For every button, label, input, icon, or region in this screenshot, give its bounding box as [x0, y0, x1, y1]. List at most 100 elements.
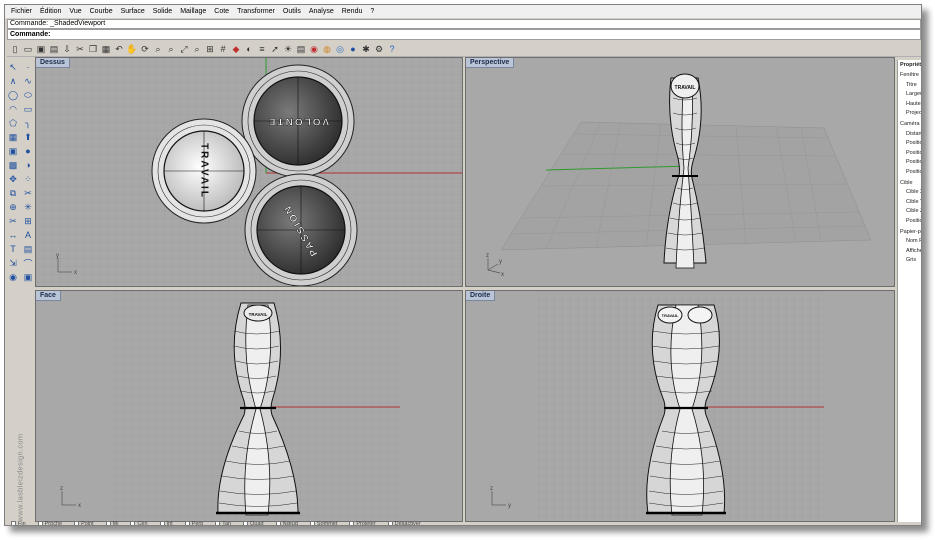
box-icon[interactable]: ▣ — [6, 144, 20, 158]
viewport-title-top[interactable]: Dessus — [36, 58, 70, 68]
osnap-toggle[interactable]: Int — [159, 521, 173, 525]
viewport-title-perspective[interactable]: Perspective — [466, 58, 515, 68]
osnap-toggle[interactable]: Projeter — [349, 521, 376, 525]
menu-item-8[interactable]: Transformer — [233, 8, 279, 15]
osnap-checkbox[interactable] — [130, 521, 136, 525]
new-file-icon[interactable]: ▯ — [9, 43, 21, 55]
layout-icon[interactable]: ▤ — [21, 242, 35, 256]
help-icon[interactable]: ? — [386, 43, 398, 55]
properties-icon[interactable]: ▤ — [295, 43, 307, 55]
dimension-icon[interactable]: ↔ — [6, 228, 20, 242]
zoom-window-icon[interactable]: ⌕ — [165, 43, 177, 55]
polygon-icon[interactable]: ⬠ — [6, 116, 20, 130]
circle-icon[interactable]: ◯ — [6, 88, 20, 102]
open-folder-icon[interactable]: ▭ — [22, 43, 34, 55]
snapshot-icon[interactable]: ▣ — [21, 270, 35, 284]
osnap-checkbox[interactable] — [159, 521, 165, 525]
osnap-toggle[interactable]: Quad — [243, 521, 264, 525]
rectangle-icon[interactable]: ▭ — [21, 102, 35, 116]
osnap-checkbox[interactable] — [105, 521, 111, 525]
polyline-icon[interactable]: ∧ — [6, 74, 20, 88]
cut-icon[interactable]: ✂ — [74, 43, 86, 55]
layer-icon[interactable]: ≡ — [256, 43, 268, 55]
viewport-title-front[interactable]: Face — [36, 291, 61, 301]
boolean-icon[interactable]: ◑ — [21, 158, 35, 172]
array-icon[interactable]: ⁘ — [21, 172, 35, 186]
menu-item-5[interactable]: Solide — [149, 8, 176, 15]
surface-icon[interactable]: ▦ — [6, 130, 20, 144]
menu-item-4[interactable]: Surface — [117, 8, 149, 15]
gear-icon[interactable]: ⚙ — [373, 43, 385, 55]
text-icon[interactable]: A — [21, 228, 35, 242]
sphere-icon[interactable]: ● — [347, 43, 359, 55]
split-icon[interactable]: ✂ — [21, 186, 35, 200]
print-icon[interactable]: ▤ — [48, 43, 60, 55]
lightbulb-icon[interactable]: ☀ — [282, 43, 294, 55]
menu-item-11[interactable]: Rendu — [338, 8, 367, 15]
osnap-checkbox[interactable] — [349, 521, 355, 525]
analyze-icon[interactable]: ⌒ — [21, 256, 35, 270]
zoom-selected-icon[interactable]: ⌕ — [191, 43, 203, 55]
group-icon[interactable]: ⊞ — [21, 214, 35, 228]
select-arrow-icon[interactable]: ↖ — [6, 60, 20, 74]
hide-icon[interactable]: ◐ — [243, 43, 255, 55]
osnap-toggle[interactable]: Désactiver — [387, 521, 421, 525]
fillet-icon[interactable]: ╮ — [21, 116, 35, 130]
color-wheel-icon[interactable]: ◍ — [321, 43, 333, 55]
pan-icon[interactable]: ✋ — [126, 43, 138, 55]
transform-icon[interactable]: ✥ — [6, 172, 20, 186]
scale-icon[interactable]: ⇲ — [6, 256, 20, 270]
osnap-toggle[interactable]: Proche — [37, 521, 62, 525]
properties-section[interactable]: Papier-pe — [900, 229, 921, 235]
osnap-checkbox[interactable] — [74, 521, 80, 525]
import-icon[interactable]: ⇩ — [61, 43, 73, 55]
zoom-icon[interactable]: ⌕ — [152, 43, 164, 55]
sphere-tool-icon[interactable]: ● — [21, 144, 35, 158]
properties-section[interactable]: Cible — [900, 180, 913, 186]
menu-item-3[interactable]: Courbe — [86, 8, 117, 15]
copy-icon[interactable]: ❐ — [87, 43, 99, 55]
osnap-toggle[interactable]: Tan — [215, 521, 231, 525]
undo-icon[interactable]: ↶ — [113, 43, 125, 55]
trim-icon[interactable]: ✂ — [6, 214, 20, 228]
osnap-toggle[interactable]: Perp — [184, 521, 203, 525]
rotate-view-icon[interactable]: ⟳ — [139, 43, 151, 55]
osnap-checkbox[interactable] — [215, 521, 221, 525]
menu-item-2[interactable]: Vue — [65, 8, 85, 15]
car-icon[interactable]: ◆ — [230, 43, 242, 55]
zoom-extents-icon[interactable]: ⤢ — [178, 43, 190, 55]
point-icon[interactable]: · — [21, 60, 35, 74]
osnap-checkbox[interactable] — [184, 521, 190, 525]
offset-icon[interactable]: ⧉ — [6, 186, 20, 200]
osnap-toggle[interactable]: Nœud — [275, 521, 298, 525]
osnap-toggle[interactable]: Mi — [105, 521, 118, 525]
menu-item-1[interactable]: Édition — [36, 8, 65, 15]
osnap-checkbox[interactable] — [11, 521, 16, 525]
properties-section[interactable]: Caméra — [900, 121, 920, 127]
render-icon[interactable]: ◉ — [308, 43, 320, 55]
viewport-right[interactable]: Droite TRAVAIL z y — [465, 290, 895, 522]
material-icon[interactable]: ◎ — [334, 43, 346, 55]
osnap-checkbox[interactable] — [387, 521, 393, 525]
menu-item-6[interactable]: Maillage — [176, 8, 210, 15]
render-tool-icon[interactable]: ◉ — [6, 270, 20, 284]
osnap-checkbox[interactable] — [243, 521, 249, 525]
save-icon[interactable]: ▣ — [35, 43, 47, 55]
osnap-toggle[interactable]: Sommet — [309, 521, 337, 525]
four-viewports-icon[interactable]: ⊞ — [204, 43, 216, 55]
curve-icon[interactable]: ∿ — [21, 74, 35, 88]
osnap-toggle[interactable]: Point — [74, 521, 94, 525]
extrude-icon[interactable]: ⬆ — [21, 130, 35, 144]
select-icon[interactable]: ➚ — [269, 43, 281, 55]
menu-item-10[interactable]: Analyse — [305, 8, 338, 15]
properties-section[interactable]: Fenêtre — [900, 72, 919, 78]
osnap-checkbox[interactable] — [309, 521, 315, 525]
settings-icon[interactable]: ✱ — [360, 43, 372, 55]
menu-item-9[interactable]: Outils — [279, 8, 305, 15]
osnap-toggle[interactable]: Fin — [11, 521, 26, 525]
grid-icon[interactable]: # — [217, 43, 229, 55]
mesh-icon[interactable]: ▩ — [6, 158, 20, 172]
viewport-top[interactable]: Dessus TRAVAIL VOLONTE PASSION y x — [35, 57, 463, 287]
text-tool-icon[interactable]: T — [6, 242, 20, 256]
viewport-title-right[interactable]: Droite — [466, 291, 496, 301]
